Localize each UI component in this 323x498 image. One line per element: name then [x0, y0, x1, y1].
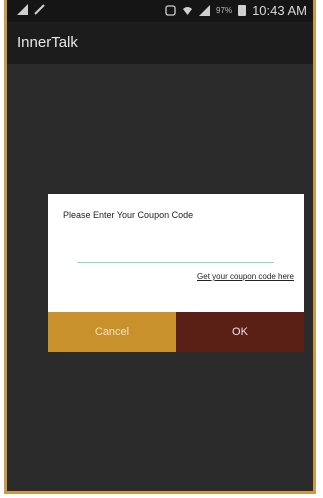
cancel-button[interactable]: Cancel	[48, 312, 176, 352]
get-coupon-link[interactable]: Get your coupon code here	[197, 272, 294, 281]
wifi-icon	[182, 5, 193, 16]
dialog-title: Please Enter Your Coupon Code	[63, 210, 194, 220]
coupon-dialog: Please Enter Your Coupon Code Get your c…	[48, 194, 304, 352]
battery-icon	[238, 5, 247, 16]
alarm-icon	[165, 5, 176, 16]
app-title: InnerTalk	[17, 34, 78, 51]
ok-button[interactable]: OK	[176, 312, 304, 352]
phone-frame: 97% 10:43 AM InnerTalk Please Enter Your…	[4, 0, 316, 494]
clock: 10:43 AM	[252, 3, 307, 18]
battery-percent: 97%	[216, 6, 233, 15]
edit-icon	[34, 4, 45, 15]
coupon-code-input[interactable]	[77, 246, 274, 263]
signal-icon	[17, 4, 28, 15]
cell-signal-icon	[199, 5, 211, 16]
status-bar: 97% 10:43 AM	[7, 0, 313, 22]
app-bar: InnerTalk	[7, 22, 313, 64]
